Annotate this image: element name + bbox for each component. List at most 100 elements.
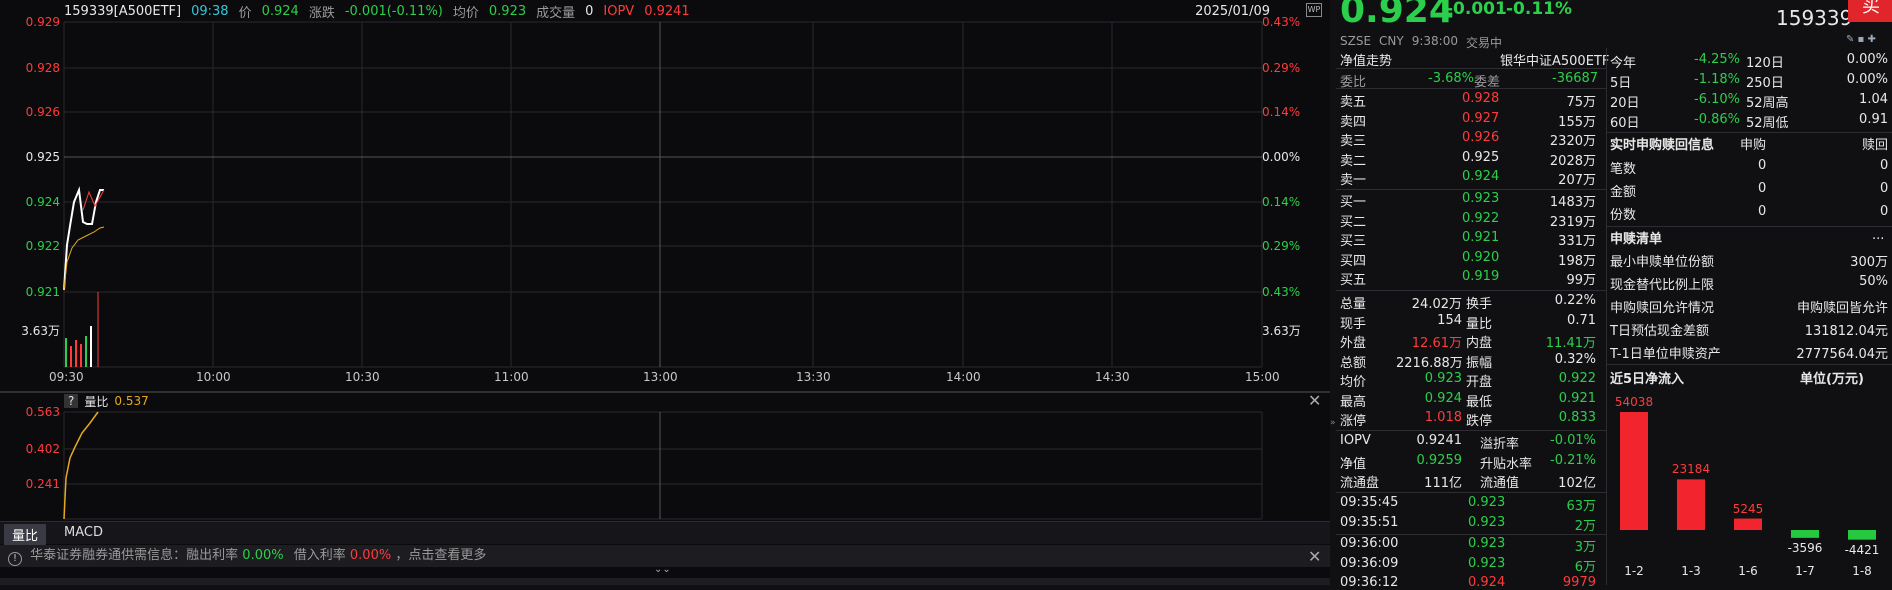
y-label: 0.921 [25,285,60,299]
x-label: 14:30 [1095,370,1130,384]
list-value: 50% [1859,274,1888,289]
x-label: 10:00 [196,370,231,384]
stat-value: 154 [1437,312,1462,328]
inflow-category-label: 1-8 [1852,564,1872,578]
tick-time: 09:36:09 [1340,555,1399,571]
stat-label: 升贴水率 [1480,456,1533,472]
perf-label: 60日 [1610,116,1640,131]
tick-price: 0.923 [1468,536,1506,551]
perf-value: 0.00% [1846,52,1888,67]
stat-label: 振幅 [1466,355,1493,371]
sg-subscribe: 0 [1758,181,1767,196]
bid-volume: 99万 [1566,273,1596,288]
more-button[interactable]: ... [1872,228,1884,243]
perf-label: 5日 [1610,76,1632,91]
y-label-right: 0.00% [1262,150,1301,164]
sub-indicator-value: 0.537 [114,394,149,408]
stat-value: 0.924 [1424,390,1462,406]
stat-label: 开盘 [1466,375,1493,390]
x-label: 13:00 [643,370,678,384]
stat-value: 111亿 [1424,476,1462,491]
price-line-red [82,189,105,211]
price-change: -0.001 [1446,0,1507,19]
quote-time: 9:38:00 [1411,34,1458,48]
sg-label: 笔数 [1610,162,1637,177]
volume-ratio-line [63,411,99,520]
close-icon[interactable]: ✕ [1308,391,1321,410]
buy-button[interactable]: 买 [1848,0,1892,22]
tick-price: 0.923 [1468,495,1506,510]
divider [1606,132,1892,133]
notice-suffix: ，点击查看更多 [395,548,487,563]
ask-volume: 207万 [1558,173,1596,188]
tick-time: 09:36:00 [1340,536,1399,551]
subscribe-header: 申购 [1740,138,1767,153]
inflow-value-label: 54038 [1614,395,1654,409]
y-label: 0.922 [25,239,60,253]
bid-label: 买三 [1340,234,1367,249]
stat-label: 换手 [1466,297,1493,312]
stat-label: 涨停 [1340,414,1367,429]
x-label: 13:30 [796,370,831,384]
inflow-value-label: -3596 [1787,540,1823,555]
bid-volume: 331万 [1558,234,1596,249]
tab-volume-ratio[interactable]: 量比 [4,524,47,545]
toolbar-icons[interactable]: ✎ ▪ ✚ [1846,34,1876,45]
stat-label: IOPV [1340,433,1371,448]
stat-value: 102亿 [1558,476,1596,491]
stat-label: 量比 [1466,316,1493,332]
inflow-value-label: 23184 [1671,462,1711,477]
perf-value: -1.18% [1694,72,1740,87]
bid-label: 买二 [1340,214,1367,230]
divider [1336,290,1606,291]
inflow-value-label: 5245 [1732,501,1764,516]
list-title: 申赎清单 [1610,232,1663,247]
inflow-category-label: 1-6 [1738,564,1758,578]
y-label-right: 0.29% [1262,239,1301,253]
indicator-tabs: 量比 MACD [0,521,1330,545]
stat-label: 流通盘 [1340,476,1380,491]
price-line [63,186,104,291]
bid-label: 买四 [1340,253,1367,269]
nav-title[interactable]: 净值走势 [1340,50,1392,69]
y-label-right: 0.29% [1262,61,1301,75]
bid-volume: 1483万 [1549,195,1596,210]
tick-volume: 6万 [1574,559,1596,575]
list-label: T-1日单位申赎资产 [1610,347,1721,362]
stat-value: 0.923 [1424,371,1462,386]
notice-rate1: 0.00% [242,548,284,563]
quote-panel: 0.924 -0.001 -0.11% 159339 买 SZSE CNY 9:… [1336,0,1892,590]
list-label: 最小申赎单位份额 [1610,255,1715,270]
y-label: 0.928 [25,61,60,75]
avg-line [63,226,105,291]
wb-value: -3.68% [1428,71,1474,86]
wc-value: -36687 [1552,71,1599,86]
help-icon[interactable]: ? [64,394,79,408]
inflow-category-label: 1-2 [1624,564,1644,578]
stat-value: 0.833 [1558,410,1596,425]
sg-label: 份数 [1610,208,1637,223]
info-icon: ! [8,552,22,566]
stat-label: 内盘 [1466,336,1493,351]
market: SZSE [1340,34,1372,48]
sg-label: 金额 [1610,185,1637,200]
intraday-chart [0,21,1330,520]
bid-volume: 2319万 [1549,214,1596,230]
divider [1336,189,1606,190]
redemption-title: 实时申购赎回信息 [1610,138,1715,153]
list-value: 131812.04元 [1804,324,1888,339]
stat-value: 0.22% [1554,293,1596,308]
inflow-category-label: 1-3 [1681,564,1701,578]
stat-label: 外盘 [1340,336,1367,351]
inflow-bar [1620,412,1648,530]
ask-price: 0.924 [1462,169,1500,184]
bid-label: 买一 [1340,195,1367,210]
notice-close-icon[interactable]: ✕ [1308,547,1321,566]
tab-macd[interactable]: MACD [56,525,111,540]
stat-value: 0.922 [1558,371,1596,386]
notice-prefix: 华泰证券融券通供需信息：融出利率 [30,548,239,563]
expand-icon[interactable]: ⌄⌄ [654,564,671,575]
fund-name: 银华中证A500ETF [1500,54,1610,69]
divider [1606,226,1892,227]
sub-y-label: 0.241 [25,477,60,491]
